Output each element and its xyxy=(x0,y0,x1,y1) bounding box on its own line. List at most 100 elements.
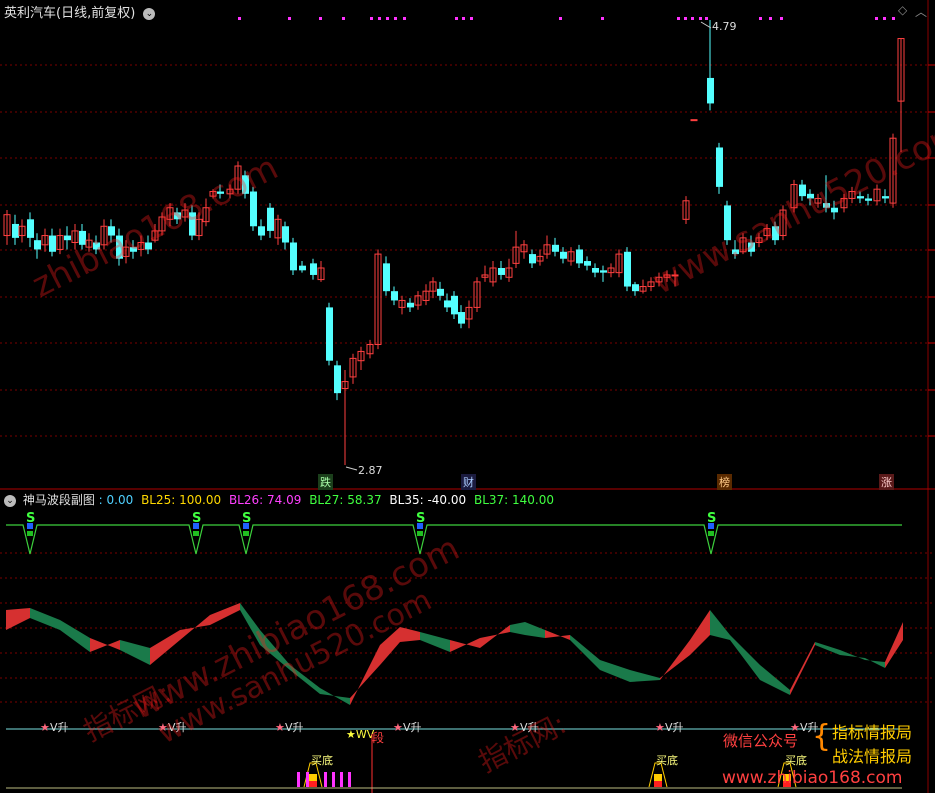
ribbon-segment xyxy=(525,622,545,638)
stock-title: 英利汽车(日线,前复权) xyxy=(4,6,136,21)
signal-square-green xyxy=(417,531,423,536)
candle-body-down xyxy=(407,302,414,308)
candle-body-down xyxy=(716,147,723,187)
pink-bar xyxy=(348,772,351,787)
wechat-account-1: 指标情报局 xyxy=(832,723,913,742)
candle-body-down xyxy=(444,300,451,308)
event-marker-zhang[interactable]: 涨 xyxy=(879,474,894,490)
signal-dot xyxy=(691,17,694,20)
candle-body-down xyxy=(592,267,599,273)
signal-dot xyxy=(892,17,895,20)
signal-dot xyxy=(559,17,562,20)
buy-bottom-label: 买底 xyxy=(656,753,678,767)
signal-square-blue xyxy=(27,523,33,529)
buy-bottom-label: 买底 xyxy=(785,753,807,767)
high-price-label: 4.79 xyxy=(712,20,737,33)
pink-bar xyxy=(332,772,335,787)
signal-square-green xyxy=(243,531,249,536)
candle-body-down xyxy=(632,284,639,292)
candle-body-down xyxy=(299,265,306,271)
ribbon-segment xyxy=(710,610,730,640)
signal-dot xyxy=(342,17,345,20)
candle-body-down xyxy=(552,244,559,252)
signal-dot xyxy=(378,17,381,20)
pink-bar xyxy=(340,772,343,787)
signal-dot xyxy=(386,17,389,20)
buy-bottom-red xyxy=(309,781,317,787)
candle-body-down xyxy=(560,251,567,259)
ribbon-segment xyxy=(150,630,180,665)
candle-body-down xyxy=(391,291,398,301)
signal-dot xyxy=(769,17,772,20)
ribbon-segment xyxy=(450,638,480,652)
candle-body-down xyxy=(34,240,41,250)
event-marker-bang[interactable]: 榜 xyxy=(717,474,732,490)
signal-dot xyxy=(319,17,322,20)
candle-body-down xyxy=(529,254,536,264)
indicator-value-bl25: BL25: 100.00 xyxy=(141,493,222,507)
candle-body-down xyxy=(600,270,607,273)
main-chart-title: 英利汽车(日线,前复权) ⌄ xyxy=(4,2,156,21)
indicator-header: ⌄ 神马波段副图 : 0.00 BL25: 100.00 BL26: 74.09… xyxy=(4,491,554,508)
v-rise-label: V升 xyxy=(285,721,304,734)
candle-body-down xyxy=(64,235,71,241)
ribbon-segment xyxy=(545,630,570,640)
signal-dot xyxy=(370,17,373,20)
ribbon-segment xyxy=(30,608,60,630)
ribbon-segment xyxy=(690,610,710,655)
low-price-label: 2.87 xyxy=(358,464,383,477)
brace-icon: { xyxy=(812,719,832,754)
signal-square-blue xyxy=(243,523,249,529)
candle-body-down xyxy=(267,207,274,231)
candle-body-down xyxy=(624,251,631,287)
ribbon-segment xyxy=(730,635,760,680)
signal-dot xyxy=(462,17,465,20)
signal-dot xyxy=(288,17,291,20)
pink-bar xyxy=(297,772,300,787)
chevron-up-icon[interactable]: ︿ xyxy=(915,3,927,20)
indicator-value-bl27: BL27: 58.37 xyxy=(309,493,382,507)
ribbon-segment xyxy=(120,640,150,665)
collapse-icon[interactable]: ⌄ xyxy=(143,7,156,20)
ribbon-segment xyxy=(6,608,30,630)
ribbon-segment xyxy=(760,665,790,695)
candle-body-down xyxy=(576,249,583,264)
signal-square-green xyxy=(193,531,199,536)
ribbon-segment xyxy=(865,658,885,668)
signal-dot xyxy=(455,17,458,20)
signal-dot xyxy=(403,17,406,20)
signal-dot xyxy=(759,17,762,20)
candle-body-down xyxy=(310,263,317,275)
buy-bottom-fill xyxy=(309,774,317,781)
ribbon-segment xyxy=(420,632,450,652)
signal-dot xyxy=(601,17,604,20)
event-marker-cai[interactable]: 财 xyxy=(461,474,476,490)
v-rise-star: ★ xyxy=(393,721,403,734)
candle-body-down xyxy=(707,77,714,104)
collapse-icon[interactable]: ⌄ xyxy=(4,494,16,507)
candle-body-down xyxy=(326,307,333,361)
diamond-icon[interactable]: ◇ xyxy=(898,3,907,17)
indicator-panel[interactable]: S S S S S ★ V升 ★ V升 ★ V升 ★ V升 ★ V升 ★ V升 ★ V升 ★WV 段买底 买底 买底 ⌄ 神… xyxy=(0,490,935,793)
wechat-label: 微信公众号 xyxy=(723,732,799,750)
indicator-value-0: : 0.00 xyxy=(98,493,134,507)
candle-body-up xyxy=(690,119,698,122)
candle-body-down xyxy=(27,219,34,238)
buy-bottom-fill xyxy=(654,774,662,781)
signal-dot xyxy=(677,17,680,20)
signal-dot xyxy=(394,17,397,20)
candle-body-down xyxy=(584,261,591,266)
indicator-value-bl35: BL35: -40.00 xyxy=(389,493,467,507)
signal-dot xyxy=(883,17,886,20)
candle-body-down xyxy=(334,365,341,394)
ribbon-segment xyxy=(815,642,840,655)
pink-bar xyxy=(306,772,309,787)
ribbon-segment xyxy=(660,640,690,680)
event-marker-die[interactable]: 跌 xyxy=(318,474,333,490)
v-rise-label: V升 xyxy=(665,721,684,734)
signal-dot xyxy=(684,17,687,20)
ribbon-segment xyxy=(90,638,120,652)
signal-dot xyxy=(238,17,241,20)
signal-dot xyxy=(705,17,708,20)
signal-square-blue xyxy=(193,523,199,529)
